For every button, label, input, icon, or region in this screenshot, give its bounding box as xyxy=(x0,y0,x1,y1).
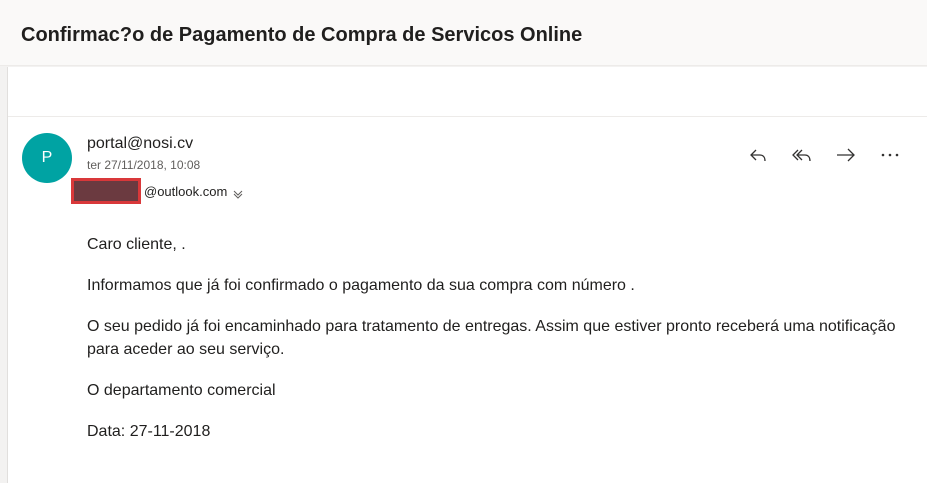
reply-all-button[interactable] xyxy=(790,143,814,167)
reading-pane: P portal@nosi.cv ter 27/11/2018, 10:08 @… xyxy=(7,67,927,483)
body-signature: O departamento comercial xyxy=(87,382,276,399)
sent-date: ter 27/11/2018, 10:08 xyxy=(87,158,201,172)
avatar-initial: P xyxy=(41,149,53,166)
recipient-row[interactable]: @outlook.com xyxy=(71,177,243,205)
sender-avatar[interactable]: P xyxy=(22,133,72,183)
reply-button[interactable] xyxy=(746,143,770,167)
subject-bar: Confirmac?o de Pagamento de Compra de Se… xyxy=(0,0,927,66)
message-body: Caro cliente, . Informamos que já foi co… xyxy=(87,233,917,461)
more-icon xyxy=(881,153,899,157)
message-actions xyxy=(746,143,902,167)
email-window: Confirmac?o de Pagamento de Compra de Se… xyxy=(0,0,927,483)
sender-address[interactable]: portal@nosi.cv xyxy=(87,135,193,153)
redacted-recipient xyxy=(71,178,141,204)
forward-button[interactable] xyxy=(834,143,858,167)
email-subject: Confirmac?o de Pagamento de Compra de Se… xyxy=(21,24,583,46)
more-actions-button[interactable] xyxy=(878,143,902,167)
body-line-order: O seu pedido já foi encaminhado para tra… xyxy=(87,318,896,358)
reply-all-icon xyxy=(792,149,811,162)
reply-icon xyxy=(750,149,766,162)
recipient-domain: @outlook.com xyxy=(144,183,228,199)
pane-spacer xyxy=(8,67,927,117)
forward-icon xyxy=(837,148,855,162)
body-greeting: Caro cliente, . xyxy=(87,236,186,253)
chevron-down-icon[interactable] xyxy=(233,186,243,199)
body-line-payment: Informamos que já foi confirmado o pagam… xyxy=(87,277,635,294)
body-date: Data: 27-11-2018 xyxy=(87,423,211,440)
